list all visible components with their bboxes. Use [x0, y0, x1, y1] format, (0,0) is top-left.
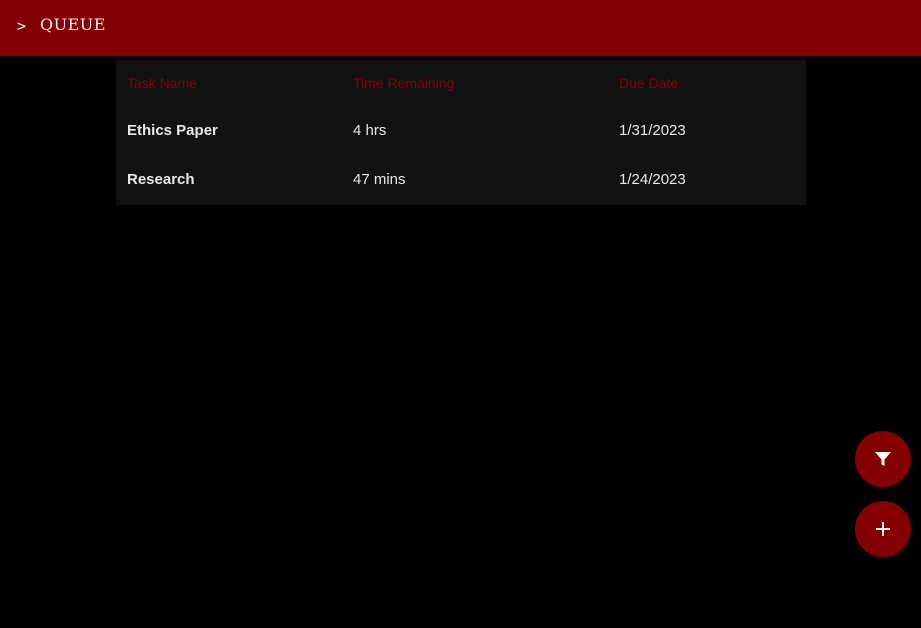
filter-button[interactable]	[855, 431, 911, 487]
due-date-cell: 1/31/2023	[619, 122, 686, 139]
due-date-cell: 1/24/2023	[619, 171, 686, 188]
app-window: > QUEUE Task Name Time Remaining Due Dat…	[0, 0, 921, 628]
time-remaining-cell: 47 mins	[353, 171, 406, 188]
task-name-cell: Ethics Paper	[127, 122, 218, 139]
column-header-time-remaining[interactable]: Time Remaining	[342, 60, 608, 106]
table-row[interactable]: Ethics Paper 4 hrs 1/31/2023	[116, 106, 806, 155]
task-name-cell: Research	[127, 171, 195, 188]
table-header-row: Task Name Time Remaining Due Date	[116, 60, 806, 106]
column-header-task-name[interactable]: Task Name	[116, 60, 342, 106]
add-task-button[interactable]	[855, 501, 911, 557]
page-title: QUEUE	[40, 15, 106, 34]
filter-icon	[875, 452, 891, 466]
column-header-due-date[interactable]: Due Date	[608, 60, 806, 106]
chevron-right-icon[interactable]: >	[17, 16, 26, 36]
plus-icon	[876, 522, 890, 536]
time-remaining-cell: 4 hrs	[353, 122, 387, 139]
app-header: > QUEUE	[0, 0, 921, 56]
task-queue-table: Task Name Time Remaining Due Date Ethics…	[116, 60, 806, 205]
table-row[interactable]: Research 47 mins 1/24/2023	[116, 155, 806, 204]
